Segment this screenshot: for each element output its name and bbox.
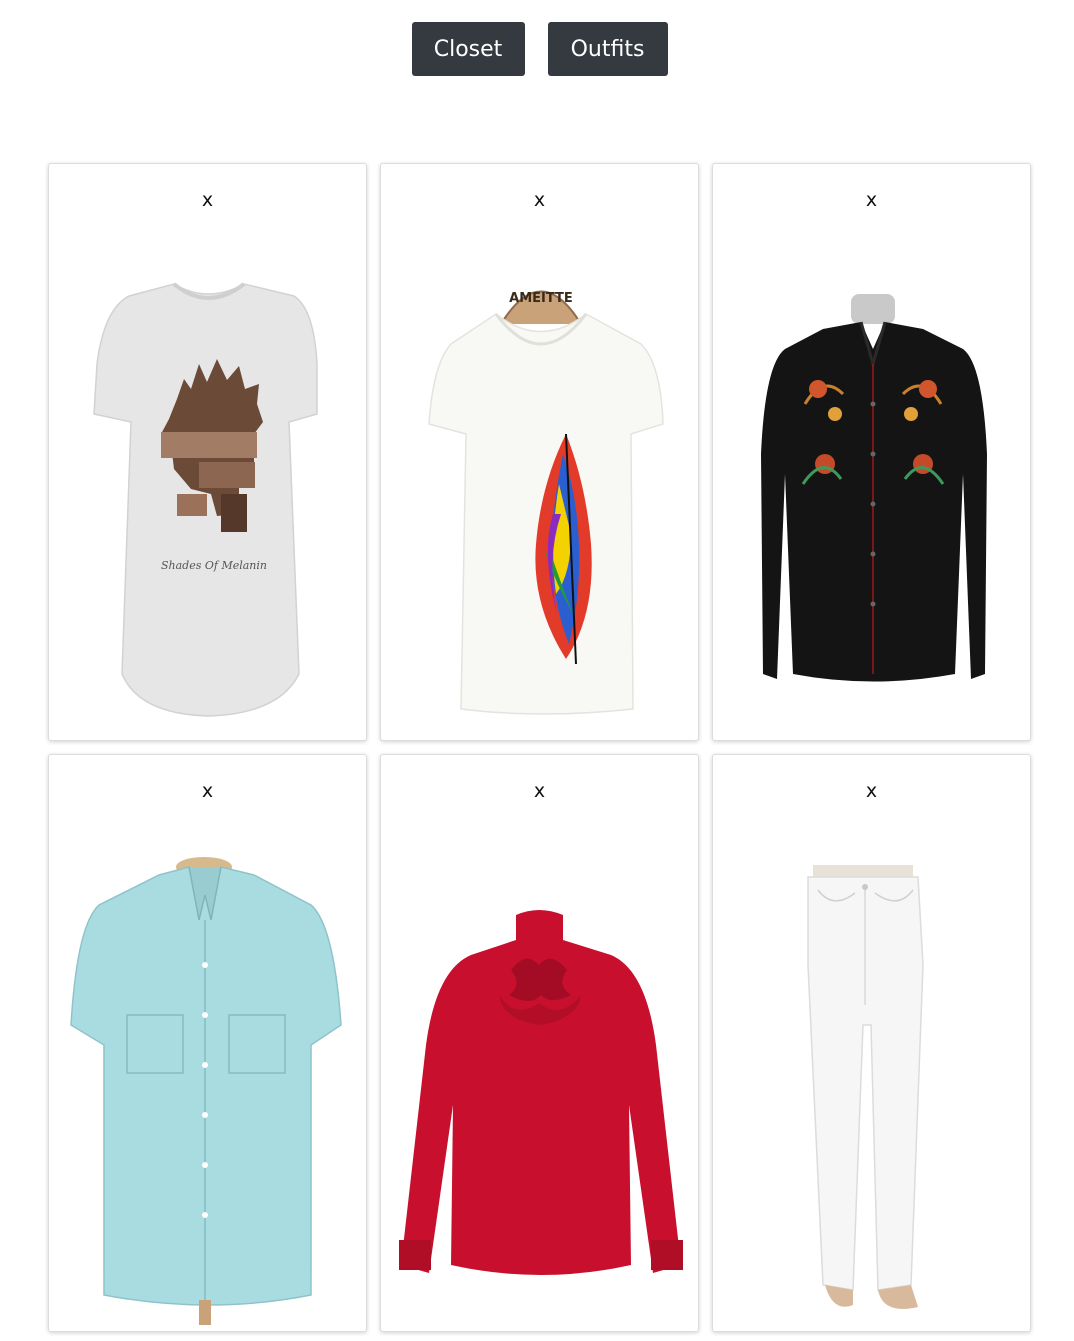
clothing-card[interactable]: x — [380, 754, 699, 1332]
clothing-image-graphic-tee: Shades Of Melanin — [93, 282, 318, 717]
remove-item-button[interactable]: x — [713, 186, 1030, 214]
clothing-card[interactable]: x — [712, 754, 1031, 1332]
hanger-brand-text: AMEITTE — [509, 291, 573, 306]
top-nav: Closet Outfits — [0, 22, 1074, 76]
remove-item-button[interactable]: x — [49, 186, 366, 214]
remove-item-button[interactable]: x — [713, 777, 1030, 805]
remove-item-button[interactable]: x — [381, 186, 698, 214]
remove-item-button[interactable]: x — [49, 777, 366, 805]
clothing-image-ruffle-blouse — [399, 910, 683, 1275]
clothing-image-button-shirt — [70, 857, 342, 1325]
closet-button[interactable]: Closet — [411, 22, 525, 76]
clothing-image-white-jeans — [807, 865, 924, 1309]
shirt-print-text: Shades Of Melanin — [161, 559, 267, 572]
outfits-button[interactable]: Outfits — [547, 22, 668, 76]
clothing-card[interactable]: x — [48, 754, 367, 1332]
closet-grid: x Shades Of Melanin x AMEITTE x x x x — [48, 163, 1031, 1332]
remove-item-button[interactable]: x — [381, 777, 698, 805]
clothing-card[interactable]: x AMEITTE — [380, 163, 699, 741]
clothing-card[interactable]: x — [712, 163, 1031, 741]
clothing-card[interactable]: x Shades Of Melanin — [48, 163, 367, 741]
clothing-image-feather-tee: AMEITTE — [428, 290, 664, 715]
clothing-image-western-shirt — [761, 294, 987, 682]
